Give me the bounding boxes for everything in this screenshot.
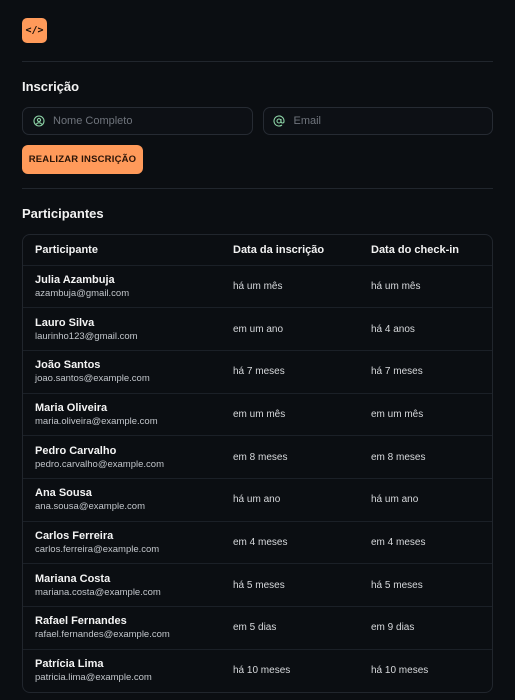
table-row[interactable]: Rafael Fernandes rafael.fernandes@example… <box>23 606 492 650</box>
signup-title: Inscrição <box>22 79 80 94</box>
checkin-date: em 9 dias <box>359 606 492 650</box>
participant-name: Maria Oliveira <box>35 401 108 414</box>
submit-signup-button[interactable]: REALIZAR INSCRIÇÃO <box>22 145 143 174</box>
participant-name: Julia Azambuja <box>35 273 115 286</box>
participant-name: Lauro Silva <box>35 316 95 329</box>
name-input[interactable] <box>53 115 252 127</box>
participant-email: azambuja@gmail.com <box>35 287 130 299</box>
email-input[interactable] <box>293 115 492 127</box>
participant-cell: João Santos joao.santos@example.com <box>23 349 221 394</box>
checkin-date: há 5 meses <box>359 563 492 607</box>
column-header-participant[interactable]: Participante <box>23 235 221 265</box>
column-header-registered[interactable]: Data da inscrição <box>221 235 359 265</box>
participant-cell: Ana Sousa ana.sousa@example.com <box>23 477 221 522</box>
participant-email: joao.santos@example.com <box>35 373 150 385</box>
checkin-date: há um ano <box>359 477 492 522</box>
table-row[interactable]: Mariana Costa mariana.costa@example.com há… <box>23 563 492 607</box>
name-field[interactable] <box>22 107 253 135</box>
table-row[interactable]: Ana Sousa ana.sousa@example.com há um ano h… <box>23 477 492 522</box>
participant-email: carlos.ferreira@example.com <box>35 543 160 555</box>
registered-date: há um mês <box>221 264 359 308</box>
participant-email: pedro.carvalho@example.com <box>35 458 164 470</box>
participants-title: Participantes <box>22 206 104 221</box>
checkin-date: há 4 anos <box>359 307 492 351</box>
participant-name: Pedro Carvalho <box>35 444 117 457</box>
registered-date: em um mês <box>221 392 359 436</box>
participant-email: maria.oliveira@example.com <box>35 415 158 427</box>
checkin-date: há 10 meses <box>359 648 492 692</box>
participants-table: Participante Data da inscrição Data do c… <box>22 234 493 693</box>
divider <box>22 61 493 62</box>
registered-date: há um ano <box>221 477 359 522</box>
checkin-date: em 4 meses <box>359 520 492 564</box>
participant-cell: Maria Oliveira maria.oliveira@example.com <box>23 392 221 436</box>
participant-email: mariana.costa@example.com <box>35 586 161 598</box>
registered-date: em 8 meses <box>221 435 359 479</box>
participant-name: João Santos <box>35 359 101 372</box>
participant-email: patricia.lima@example.com <box>35 672 152 684</box>
checkin-date: há 7 meses <box>359 349 492 394</box>
logo-code-icon[interactable]: </> <box>22 18 47 43</box>
table-row[interactable]: Carlos Ferreira carlos.ferreira@example.c… <box>23 520 492 564</box>
participant-cell: Carlos Ferreira carlos.ferreira@example.c… <box>23 520 221 564</box>
participant-email: ana.sousa@example.com <box>35 501 145 513</box>
column-header-checkin[interactable]: Data do check-in <box>359 235 492 265</box>
participant-cell: Lauro Silva laurinho123@gmail.com <box>23 307 221 351</box>
participant-cell: Patrícia Lima patricia.lima@example.com <box>23 648 221 692</box>
checkin-date: em 8 meses <box>359 435 492 479</box>
table-row[interactable]: Maria Oliveira maria.oliveira@example.com… <box>23 392 492 436</box>
participant-email: rafael.fernandes@example.com <box>35 629 170 641</box>
checkin-date: há um mês <box>359 264 492 308</box>
registered-date: há 10 meses <box>221 648 359 692</box>
user-circle-icon <box>32 115 45 128</box>
participant-name: Rafael Fernandes <box>35 615 127 628</box>
participant-cell: Pedro Carvalho pedro.carvalho@example.com <box>23 435 221 479</box>
participant-name: Ana Sousa <box>35 487 92 500</box>
registered-date: em 4 meses <box>221 520 359 564</box>
participant-name: Carlos Ferreira <box>35 529 114 542</box>
registered-date: há 5 meses <box>221 563 359 607</box>
participant-cell: Rafael Fernandes rafael.fernandes@example… <box>23 606 221 650</box>
table-row[interactable]: Lauro Silva laurinho123@gmail.com em um an… <box>23 307 492 351</box>
table-row[interactable]: Pedro Carvalho pedro.carvalho@example.com… <box>23 435 492 479</box>
participant-cell: Julia Azambuja azambuja@gmail.com <box>23 264 221 308</box>
email-field[interactable] <box>262 107 493 135</box>
registered-date: em 5 dias <box>221 606 359 650</box>
divider <box>22 188 493 189</box>
at-sign-icon <box>273 115 286 128</box>
table-row[interactable]: Julia Azambuja azambuja@gmail.com há um mê… <box>23 264 492 308</box>
signup-form <box>22 107 493 135</box>
participant-name: Mariana Costa <box>35 572 111 585</box>
registered-date: em um ano <box>221 307 359 351</box>
table-row[interactable]: João Santos joao.santos@example.com há 7 m… <box>23 349 492 394</box>
participant-email: laurinho123@gmail.com <box>35 330 138 342</box>
checkin-date: em um mês <box>359 392 492 436</box>
participant-name: Patrícia Lima <box>35 658 104 671</box>
table-header-row: Participante Data da inscrição Data do c… <box>23 235 492 265</box>
table-row[interactable]: Patrícia Lima patricia.lima@example.com há… <box>23 648 492 692</box>
registered-date: há 7 meses <box>221 349 359 394</box>
page: </> Inscrição REALIZAR INSCRIÇ <box>0 0 515 693</box>
participant-cell: Mariana Costa mariana.costa@example.com <box>23 563 221 607</box>
